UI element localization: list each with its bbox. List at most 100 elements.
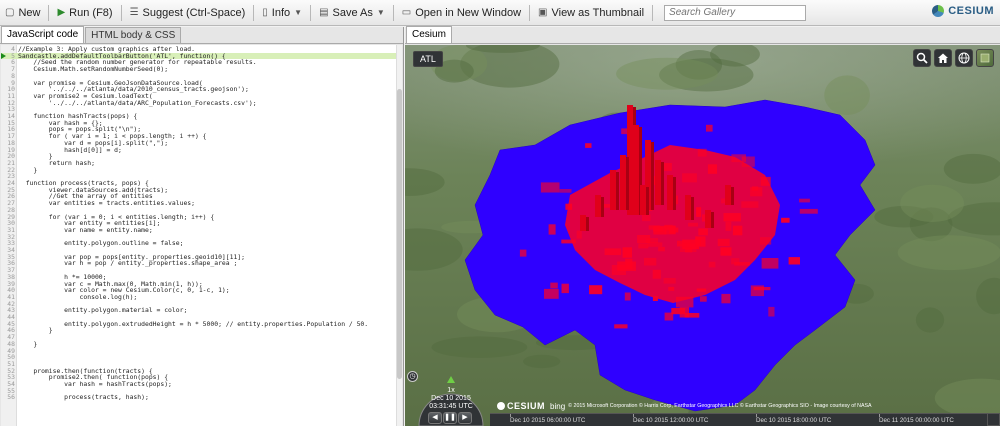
tab-html-body-css[interactable]: HTML body & CSS [85,27,182,43]
extruded-tower-side [616,172,619,210]
code-line[interactable]: 49 [1,347,398,355]
tab-cesium[interactable]: Cesium [406,26,452,43]
viewer-tabs: Cesium [405,26,1000,44]
extruded-tower-side [731,187,734,205]
scrollbar-thumb[interactable] [397,89,402,379]
tab-javascript-code[interactable]: JavaScript code [1,26,85,43]
terrain-patch [915,307,945,333]
code-line[interactable]: 21 return hash; [1,160,398,167]
tract-block [548,224,556,235]
extruded-tower [595,195,601,217]
rewind-button[interactable]: ◀ [428,412,442,424]
credit-display: CESIUM bing © 2015 Microsoft Corporation… [497,401,872,411]
layers-icon[interactable] [976,49,994,67]
search-gallery-input[interactable] [664,4,807,21]
timeline-label: Dec 10 2015 12:00:00 UTC [633,417,709,424]
cesium-logo-icon [932,5,945,17]
tract-block [799,208,818,214]
toolbar-divider [253,4,255,21]
tract-block [781,217,790,223]
credit-bing-text: bing [550,401,566,411]
tract-block [540,182,560,193]
play-forward-button[interactable]: ▶ [458,412,472,424]
open-new-window-button[interactable]: ▭ Open in New Window [397,2,526,24]
tract-block [684,313,700,318]
code-line[interactable]: 45 entity.polygon.extrudedHeight = h * 5… [1,320,398,328]
code-editor[interactable]: 4//Example 3: Apply custom graphics afte… [1,45,398,426]
animation-time: 03:31:45 UTC [429,403,473,410]
extruded-tower [620,155,626,210]
code-panel: JavaScript code HTML body & CSS 4//Examp… [0,26,404,426]
cesium-viewer[interactable]: ATL 1x Dec 10 2015 03:31:45 UTC ◀ ❚❚ ▶ ◷… [405,45,1000,426]
animation-speed: 1x [447,387,455,394]
info-button[interactable]: ▯ Info ▼ [257,2,307,24]
terrain-patch [616,57,718,90]
extruded-tower-side [673,177,676,210]
code-line[interactable]: 33 entity.polygon.outline = false; [1,240,398,247]
editor-scrollbar[interactable] [396,45,402,426]
suggest-icon: ☰ [129,7,139,18]
extruded-tower-side [661,162,664,205]
extruded-tower-side [601,197,604,217]
code-line[interactable]: 47 [1,334,398,341]
thumbnail-label: View as Thumbnail [551,6,645,19]
save-as-button[interactable]: ▤ Save As ▼ [314,2,390,24]
code-line[interactable]: 7 Cesium.Math.setRandomNumberSeed(0); [1,66,398,73]
code-line[interactable]: 36 var h = pop / entity._properties.shap… [1,260,398,267]
suggest-button[interactable]: ☰ Suggest (Ctrl-Space) [125,2,251,24]
code-line[interactable]: 19 hash[d[0]] = d; [1,146,398,154]
globe-scene[interactable] [405,45,1000,426]
search-icon[interactable] [913,49,931,67]
code-line[interactable]: 12 '../../../atlanta/data/ARC_Population… [1,99,398,107]
play-icon: ▶ [57,7,66,18]
code-line[interactable]: 31 var name = entity.name; [1,227,398,234]
globe-icon[interactable] [955,49,973,67]
code-line[interactable]: 54 var hash = hashTracts(pops); [1,381,398,388]
timeline-label: Dec 10 2015 06:00:00 UTC [510,417,586,424]
tract-block [550,282,558,289]
current-line-marker-icon [1,52,6,59]
tract-block [614,324,628,329]
clock-icon[interactable]: ◷ [407,371,418,382]
cesium-logo: CESIUM [932,5,994,17]
tract-block [750,285,764,297]
terrain-patch [824,75,870,115]
animation-widget[interactable]: 1x Dec 10 2015 03:31:45 UTC ◀ ❚❚ ▶ [415,371,487,426]
code-line[interactable]: 22 } [1,166,398,174]
code-line[interactable]: 48 } [1,340,398,348]
animation-controls: ◀ ❚❚ ▶ [428,412,473,424]
extruded-tower [685,195,691,220]
fullscreen-button[interactable] [987,413,1000,426]
extruded-tower [610,170,616,210]
terrain-patch [897,235,1000,271]
layers-icon-glyph [980,53,990,63]
code-line[interactable]: 46 } [1,327,398,334]
toolbar-divider [652,4,654,21]
animation-date: Dec 10 2015 [431,395,471,402]
code-line[interactable]: 27 var entities = tracts.entities.values… [1,200,398,207]
extruded-tower [705,210,711,228]
view-thumbnail-button[interactable]: ▣ View as Thumbnail [533,2,649,24]
pause-button[interactable]: ❚❚ [443,412,457,424]
timeline[interactable]: Dec 10 2015 06:00:00 UTC Dec 10 2015 12:… [490,413,1000,426]
save-icon: ▤ [319,7,329,18]
extruded-tower-side [626,157,629,210]
extruded-tower [725,185,731,205]
run-button[interactable]: ▶ Run (F8) [52,2,117,24]
info-icon: ▯ [262,7,268,18]
dropdown-arrow-icon: ▼ [294,8,303,17]
toolbar-divider [48,4,50,21]
new-button[interactable]: ▢ New [0,2,45,24]
extruded-tower [580,215,586,231]
extruded-tower-side [651,142,654,210]
extruded-tower-side [586,217,589,231]
toolbar-divider [529,4,531,21]
code-line[interactable]: 43 entity.polygon.material = color; [1,307,398,314]
extruded-tower [640,185,646,215]
viewer-toolbar [910,49,994,67]
atl-toolbar-button[interactable]: ATL [413,51,443,67]
code-line[interactable]: 41 console.log(h); [1,294,398,301]
home-icon[interactable] [934,49,952,67]
code-line[interactable]: 56 process(tracts, hash); [1,394,398,401]
code-line[interactable]: 50 [1,354,398,361]
